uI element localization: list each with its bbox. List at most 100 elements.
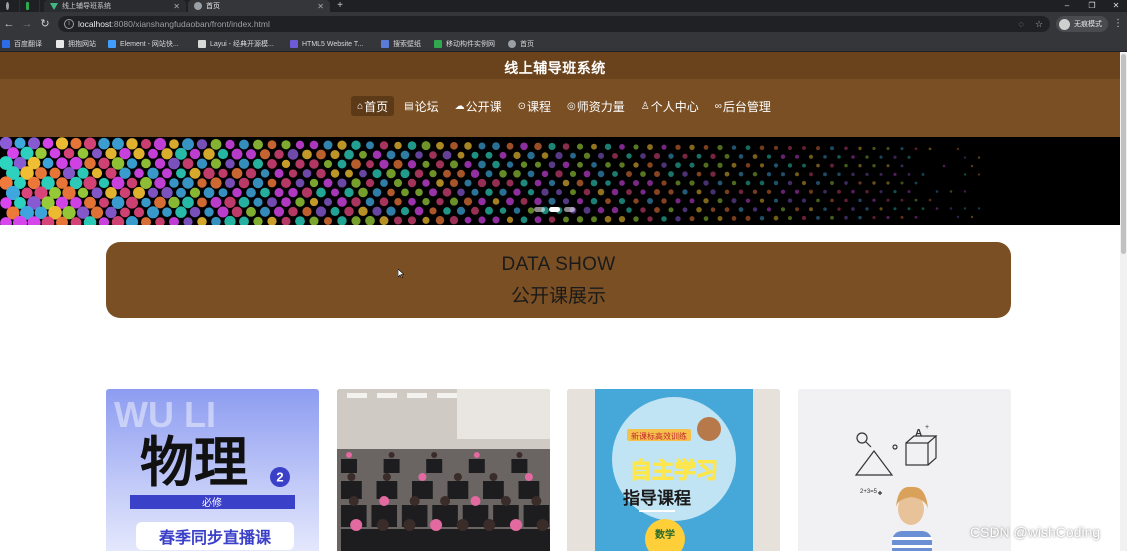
restore-button[interactable]: ❐: [1080, 0, 1104, 12]
menu-icon[interactable]: ⋮: [1113, 17, 1123, 31]
banner-dot: [682, 153, 688, 159]
page-scrollbar[interactable]: [1120, 52, 1127, 551]
nav-item-forum[interactable]: ▤ 论坛: [398, 96, 444, 116]
banner-dot: [759, 145, 765, 151]
banner-dot: [485, 151, 493, 159]
banner-dot: [358, 187, 368, 198]
bookmark-item[interactable]: 百度翻译: [2, 38, 42, 50]
banner-dot: [548, 197, 556, 205]
course-card[interactable]: 新课标高效训练 自主学习 指导课程 数学: [567, 389, 780, 551]
banner-dot: [14, 137, 26, 149]
banner-dot: [802, 146, 806, 150]
banner-dot: [365, 178, 375, 188]
nav-item-course[interactable]: ⊙ 课程: [512, 96, 557, 116]
banner-dot: [260, 206, 270, 217]
banner-dot: [872, 164, 876, 168]
tab-system[interactable]: 线上辅导班系统 ✕: [44, 0, 186, 12]
hero-carousel[interactable]: [0, 137, 1123, 225]
nav-item-profile[interactable]: ♙ 个人中心: [635, 96, 705, 116]
banner-dot: [386, 206, 396, 216]
scrollbar-thumb[interactable]: [1121, 54, 1126, 254]
course-card[interactable]: [337, 389, 550, 551]
bookmark-item[interactable]: 搜索壁纸: [381, 38, 421, 50]
banner-dot: [963, 207, 967, 210]
banner-dot: [597, 152, 605, 159]
star-icon[interactable]: ☆: [1034, 19, 1044, 29]
close-tab-icon[interactable]: ✕: [167, 2, 180, 11]
banner-dot: [239, 139, 249, 150]
banner-dot: [330, 169, 340, 178]
banner-dot: [316, 149, 326, 160]
banner-dot: [309, 216, 319, 225]
folder-icon: [56, 40, 64, 48]
carousel-dot[interactable]: [534, 207, 545, 212]
banner-dot: [801, 198, 807, 203]
banner-dot: [281, 159, 291, 169]
course-card[interactable]: WU LI 物理 2 必修 春季同步直播课: [106, 389, 319, 551]
site-title: 线上辅导班系统: [504, 60, 606, 76]
banner-dot: [274, 188, 284, 198]
banner-dot: [802, 163, 806, 168]
banner-dot: [801, 215, 807, 221]
banner-dot: [816, 198, 820, 203]
bookmark-item[interactable]: 首页: [508, 38, 534, 50]
banner-dot: [337, 197, 347, 207]
incognito-badge[interactable]: 无痕模式: [1056, 16, 1108, 32]
banner-dot: [612, 152, 618, 159]
banner-dot: [570, 152, 576, 159]
close-tab-icon[interactable]: ✕: [311, 2, 324, 11]
url-field[interactable]: i localhost:8080/xianshangfudaoban/front…: [58, 16, 1050, 32]
banner-dot: [449, 215, 459, 225]
new-tab-button[interactable]: +: [334, 0, 346, 12]
banner-dot: [140, 217, 152, 225]
banner-dot: [527, 151, 535, 160]
carousel-dot[interactable]: [564, 207, 575, 212]
close-window-button[interactable]: ✕: [1104, 0, 1127, 12]
bookmark-item[interactable]: Element - 网站快...: [108, 38, 179, 50]
banner-dot: [541, 170, 549, 178]
site-info-icon[interactable]: i: [64, 19, 74, 29]
banner-dot: [527, 189, 535, 196]
bookmark-label: Layui - 经典开源模...: [210, 41, 274, 48]
banner-dot: [879, 155, 883, 159]
tab-home[interactable]: 首页 ✕: [188, 0, 330, 12]
banner-dot: [907, 155, 911, 159]
banner-dot: [218, 168, 228, 178]
banner-dot: [470, 169, 480, 178]
banner-dot: [935, 190, 939, 193]
banner-dot: [393, 178, 403, 188]
back-button[interactable]: ←: [2, 17, 16, 31]
banner-dot: [330, 150, 340, 160]
banner-dot: [647, 162, 653, 168]
banner-dot: [633, 198, 639, 204]
nav-item-open-course[interactable]: ☁ 公开课: [449, 96, 508, 116]
banner-dot: [161, 187, 173, 199]
reload-button[interactable]: ↻: [38, 17, 52, 31]
banner-dot: [759, 216, 765, 221]
pinned-tab[interactable]: [20, 0, 40, 12]
minimize-button[interactable]: –: [1055, 0, 1079, 12]
banner-dot: [548, 216, 556, 223]
banner-dot: [182, 177, 194, 189]
nav-item-home[interactable]: ⌂ 首页: [351, 96, 395, 116]
banner-dot: [442, 187, 452, 197]
bookmark-item[interactable]: Layui - 经典开源模...: [198, 38, 274, 50]
banner-dot: [499, 207, 507, 214]
bookmark-item[interactable]: HTML5 Website T...: [290, 38, 363, 50]
banner-dot: [126, 177, 138, 189]
eye-off-icon[interactable]: ◌: [1016, 19, 1026, 29]
carousel-dot-active[interactable]: [549, 207, 560, 212]
bookmark-item[interactable]: 拥抱网站: [56, 38, 96, 50]
bookmark-item[interactable]: 移动构件实例网: [434, 38, 495, 50]
forward-button[interactable]: →: [20, 17, 34, 31]
nav-item-admin[interactable]: ∞ 后台管理: [709, 96, 777, 116]
banner-dot: [436, 141, 444, 150]
banner-dot: [851, 172, 855, 177]
banner-dot: [675, 162, 681, 169]
banner-dot: [204, 207, 214, 217]
banner-dot: [675, 216, 681, 222]
banner-dot: [893, 207, 897, 211]
banner-dot: [126, 196, 138, 209]
nav-item-teachers[interactable]: ◎ 师资力量: [561, 96, 631, 116]
pinned-tab[interactable]: [0, 0, 20, 12]
